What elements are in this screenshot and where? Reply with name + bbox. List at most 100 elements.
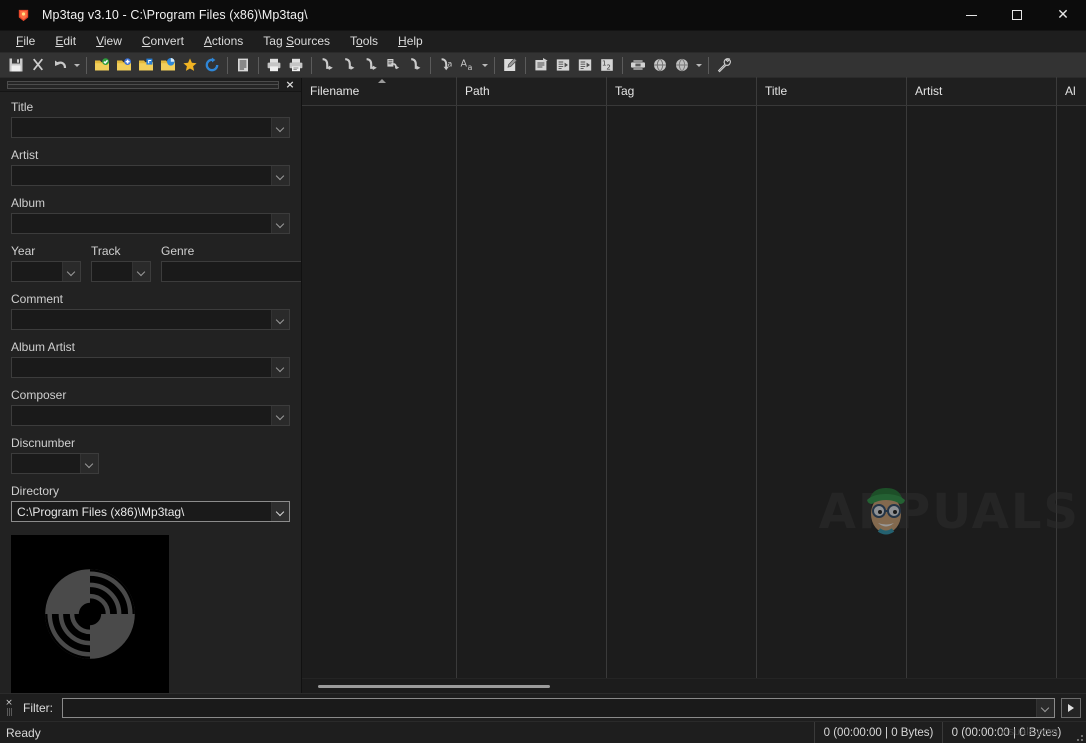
chevron-down-icon[interactable] — [271, 166, 289, 185]
save-icon[interactable] — [5, 54, 27, 76]
discnumber-combo[interactable] — [11, 453, 99, 474]
minimize-icon[interactable] — [948, 0, 994, 31]
chevron-down-icon[interactable] — [62, 262, 80, 281]
replace-dropdown-icon[interactable] — [479, 54, 490, 76]
track-input[interactable] — [92, 262, 132, 281]
title-input[interactable] — [12, 118, 271, 137]
filename-to-tag-icon[interactable] — [338, 54, 360, 76]
panel-grip[interactable] — [7, 81, 279, 89]
web-sources-icon[interactable] — [671, 54, 693, 76]
close-icon[interactable]: × — [283, 78, 297, 92]
directory-input[interactable] — [12, 502, 271, 521]
remove-tag-icon[interactable] — [27, 54, 49, 76]
artist-combo[interactable] — [11, 165, 290, 186]
undo-icon[interactable] — [49, 54, 71, 76]
web-sources-dropdown-icon[interactable] — [693, 54, 704, 76]
add-directory-icon[interactable] — [113, 54, 135, 76]
chevron-down-icon[interactable] — [271, 214, 289, 233]
textfile-to-tag-icon[interactable] — [382, 54, 404, 76]
column-header-filename[interactable]: Filename — [302, 77, 457, 105]
menu-actions[interactable]: Actions — [194, 32, 253, 51]
year-input[interactable] — [12, 262, 62, 281]
column-header-album[interactable]: Al — [1057, 77, 1086, 105]
playlist-all-icon[interactable] — [574, 54, 596, 76]
discogs-icon[interactable] — [627, 54, 649, 76]
genre-input[interactable] — [162, 262, 301, 281]
album-artist-input[interactable] — [12, 358, 271, 377]
filter-close-area[interactable]: × — [3, 699, 15, 716]
change-directory-recursive-icon[interactable] — [157, 54, 179, 76]
chevron-down-icon[interactable] — [132, 262, 150, 281]
chevron-down-icon[interactable] — [1036, 699, 1054, 717]
file-list-icon[interactable] — [232, 54, 254, 76]
discnumber-input[interactable] — [12, 454, 80, 473]
print-preview-icon[interactable] — [285, 54, 307, 76]
playlist-icon[interactable] — [552, 54, 574, 76]
column-header-title[interactable]: Title — [757, 77, 907, 105]
filter-grip[interactable] — [7, 708, 12, 716]
refresh-icon[interactable] — [201, 54, 223, 76]
chevron-down-icon[interactable] — [271, 358, 289, 377]
resize-grip-icon[interactable] — [1070, 722, 1086, 743]
menu-tools[interactable]: Tools — [340, 32, 388, 51]
mp3tag-window: Mp3tag v3.10 - C:\Program Files (x86)\Mp… — [0, 0, 1086, 743]
options-icon[interactable] — [713, 54, 735, 76]
chevron-down-icon[interactable] — [271, 118, 289, 137]
filter-input[interactable] — [63, 699, 1036, 717]
favorites-icon[interactable] — [179, 54, 201, 76]
replace-icon[interactable]: A a — [457, 54, 479, 76]
chevron-down-icon[interactable] — [271, 502, 289, 521]
undo-dropdown-icon[interactable] — [71, 54, 82, 76]
album-combo[interactable] — [11, 213, 290, 234]
toolbar-separator — [258, 57, 259, 74]
export-icon[interactable] — [530, 54, 552, 76]
edit-tag-icon[interactable] — [499, 54, 521, 76]
year-combo[interactable] — [11, 261, 81, 282]
album-art-placeholder[interactable] — [11, 535, 169, 693]
genre-combo[interactable] — [161, 261, 301, 282]
menu-edit[interactable]: Edit — [45, 32, 86, 51]
case-conversion-icon[interactable]: a — [435, 54, 457, 76]
menu-help[interactable]: Help — [388, 32, 433, 51]
scrollbar-thumb[interactable] — [318, 685, 550, 688]
track-combo[interactable] — [91, 261, 151, 282]
close-icon[interactable]: × — [5, 699, 13, 707]
auto-numbering-icon[interactable]: 1 2 — [596, 54, 618, 76]
chevron-down-icon[interactable] — [271, 310, 289, 329]
tag-panel-gripbar[interactable]: × — [0, 78, 301, 92]
field-track: Track — [91, 244, 151, 282]
chevron-down-icon[interactable] — [271, 406, 289, 425]
composer-input[interactable] — [12, 406, 271, 425]
column-header-tag[interactable]: Tag — [607, 77, 757, 105]
filter-apply-icon[interactable] — [1061, 698, 1081, 718]
column-header-path[interactable]: Path — [457, 77, 607, 105]
composer-combo[interactable] — [11, 405, 290, 426]
print-icon[interactable] — [263, 54, 285, 76]
file-rows[interactable]: APPUALS — [302, 106, 1086, 678]
tag-to-tag-icon[interactable] — [404, 54, 426, 76]
tag-fields: Title Artist Album — [0, 92, 301, 524]
filename-to-filename-icon[interactable] — [360, 54, 382, 76]
artist-input[interactable] — [12, 166, 271, 185]
directory-combo[interactable] — [11, 501, 290, 522]
column-header-artist[interactable]: Artist — [907, 77, 1057, 105]
album-artist-combo[interactable] — [11, 357, 290, 378]
chevron-down-icon[interactable] — [80, 454, 98, 473]
comment-input[interactable] — [12, 310, 271, 329]
comment-combo[interactable] — [11, 309, 290, 330]
maximize-icon[interactable] — [994, 0, 1040, 31]
change-directory-icon[interactable] — [91, 54, 113, 76]
svg-text:2: 2 — [606, 63, 610, 71]
menu-view[interactable]: View — [86, 32, 132, 51]
menu-tag-sources[interactable]: Tag Sources — [253, 32, 340, 51]
freedb-icon[interactable] — [649, 54, 671, 76]
menu-convert[interactable]: Convert — [132, 32, 194, 51]
close-icon[interactable]: ✕ — [1040, 0, 1086, 31]
menu-file[interactable]: File — [6, 32, 45, 51]
title-combo[interactable] — [11, 117, 290, 138]
filter-combo[interactable] — [62, 698, 1055, 718]
album-input[interactable] — [12, 214, 271, 233]
add-files-icon[interactable] — [135, 54, 157, 76]
horizontal-scrollbar[interactable] — [302, 678, 1086, 693]
tag-to-filename-icon[interactable] — [316, 54, 338, 76]
